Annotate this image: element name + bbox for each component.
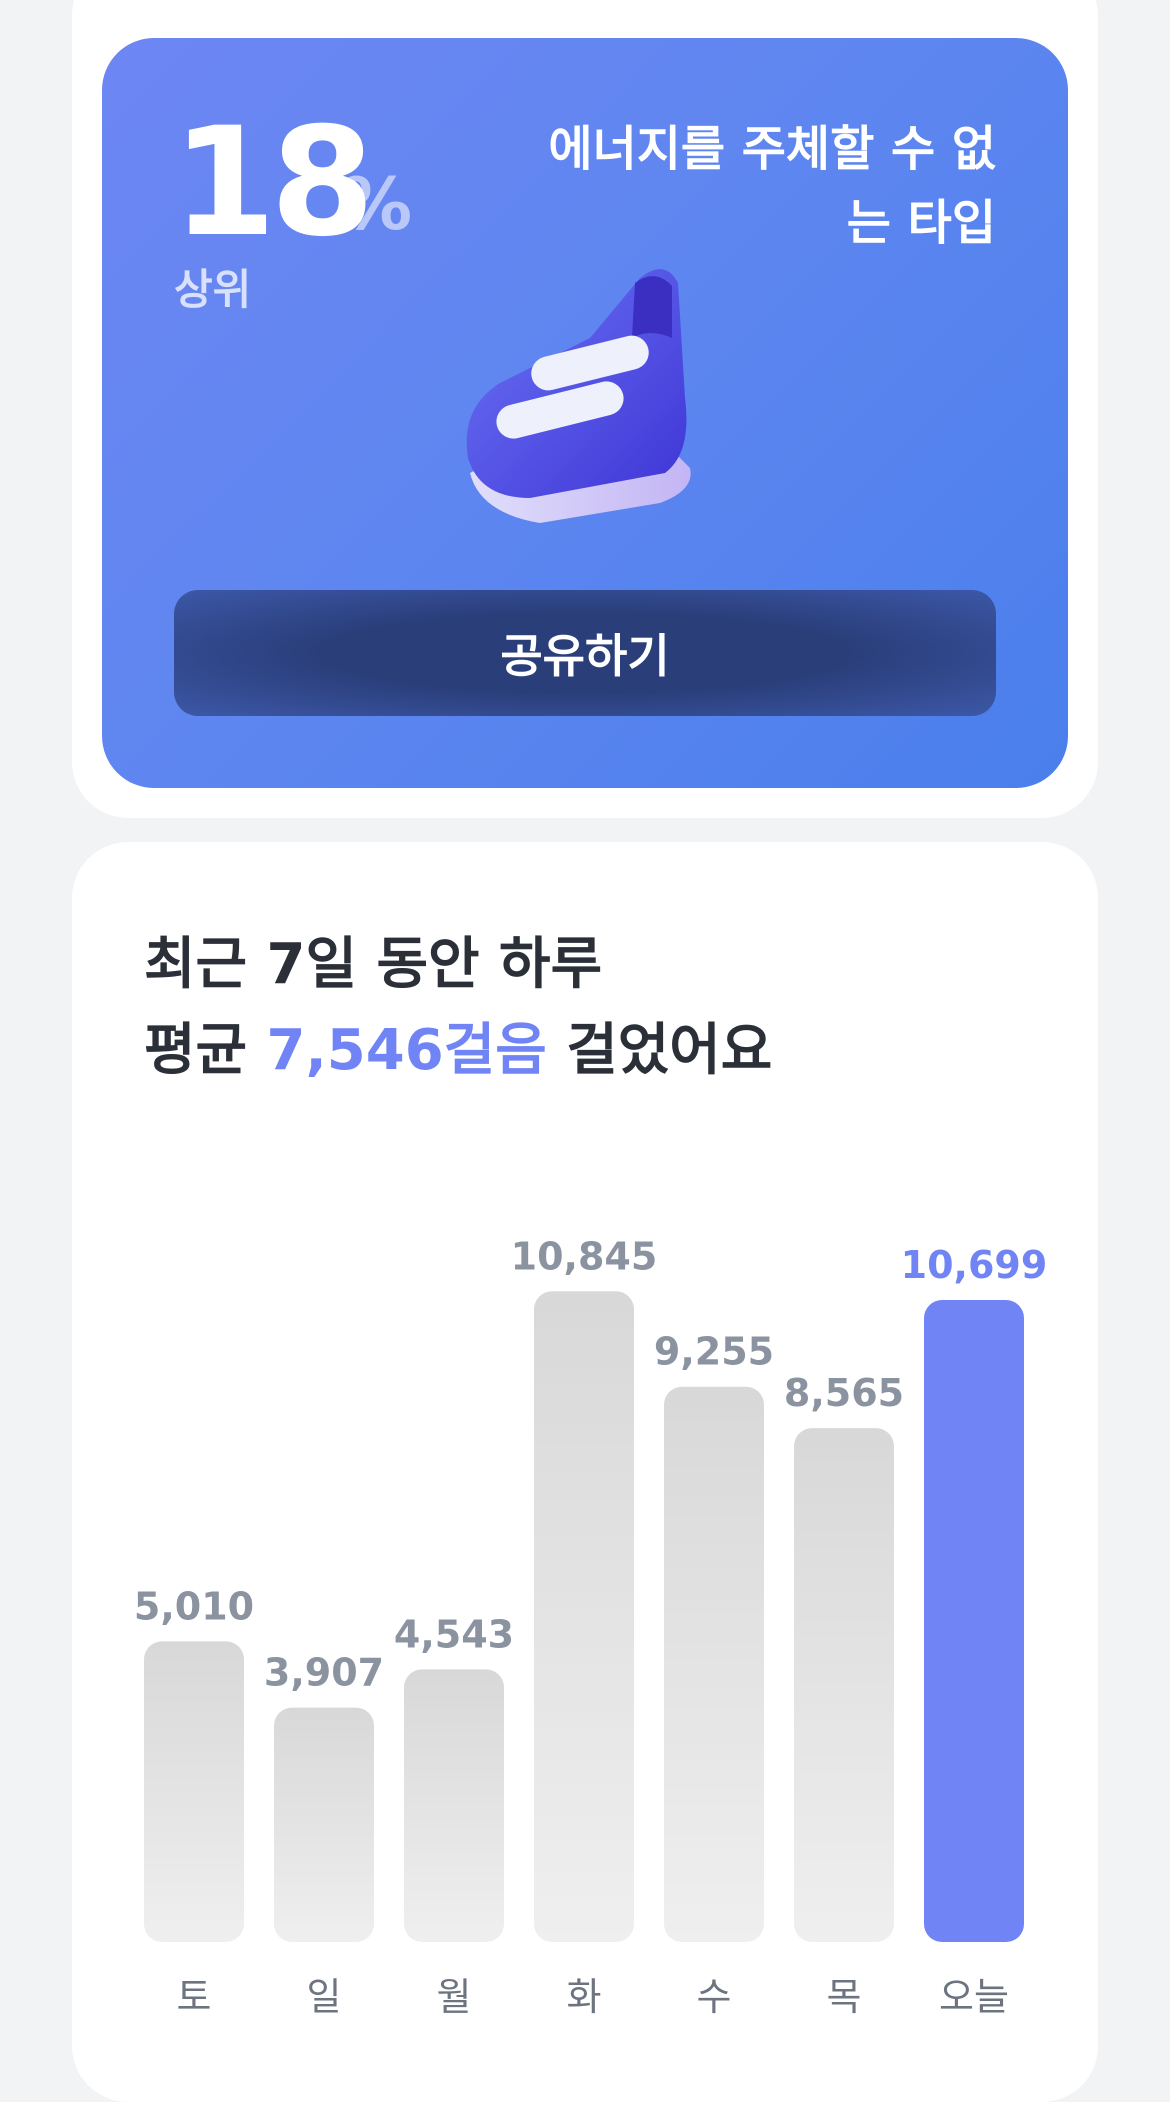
type-label: 에너지를 주체할 수 없는 타입 — [548, 121, 996, 251]
share-button[interactable]: 공유하기 — [174, 590, 996, 716]
day-label-5: 목 — [827, 1975, 862, 2019]
day-label-6: 오늘 — [939, 1975, 1009, 2019]
bar-value-label-4: 9,255 — [654, 1330, 774, 1374]
bar-3 — [534, 1291, 634, 1942]
bar-6 — [924, 1300, 1024, 1942]
day-label-4: 수 — [697, 1975, 732, 2019]
bar-value-label-3: 10,845 — [511, 1234, 658, 1278]
weekly-steps-card: 최근 7일 동안 하루 평균 7,546걸음 걸었어요 5,010 토 3,907 일… — [72, 842, 1098, 2102]
bar-value-label-6: 10,699 — [901, 1243, 1048, 1287]
weekly-steps-chart: 5,010 토 3,907 일 4,543 월 10,845 화 9,255 수 8,565 목 10,… — [134, 1234, 1048, 2019]
percent-caption: 상위 — [174, 265, 252, 314]
bar-value-label-1: 3,907 — [264, 1651, 384, 1695]
rank-card: 18 % 상위 에너지를 주체할 수 없는 타입 공유하기 — [102, 38, 1068, 788]
day-label-3: 화 — [567, 1975, 602, 2019]
day-label-1: 일 — [307, 1975, 342, 2019]
bar-2 — [404, 1669, 504, 1942]
bar-4 — [664, 1386, 764, 1942]
bar-5 — [794, 1428, 894, 1942]
bar-value-label-0: 5,010 — [134, 1584, 254, 1628]
percent-sign: % — [340, 162, 413, 246]
bar-value-label-2: 4,543 — [394, 1612, 514, 1656]
bar-value-label-5: 8,565 — [784, 1371, 904, 1415]
sneaker-3d-icon — [466, 269, 691, 523]
bar-0 — [144, 1641, 244, 1942]
day-label-2: 월 — [437, 1975, 472, 2019]
bar-1 — [274, 1707, 374, 1942]
day-label-0: 토 — [177, 1975, 212, 2019]
